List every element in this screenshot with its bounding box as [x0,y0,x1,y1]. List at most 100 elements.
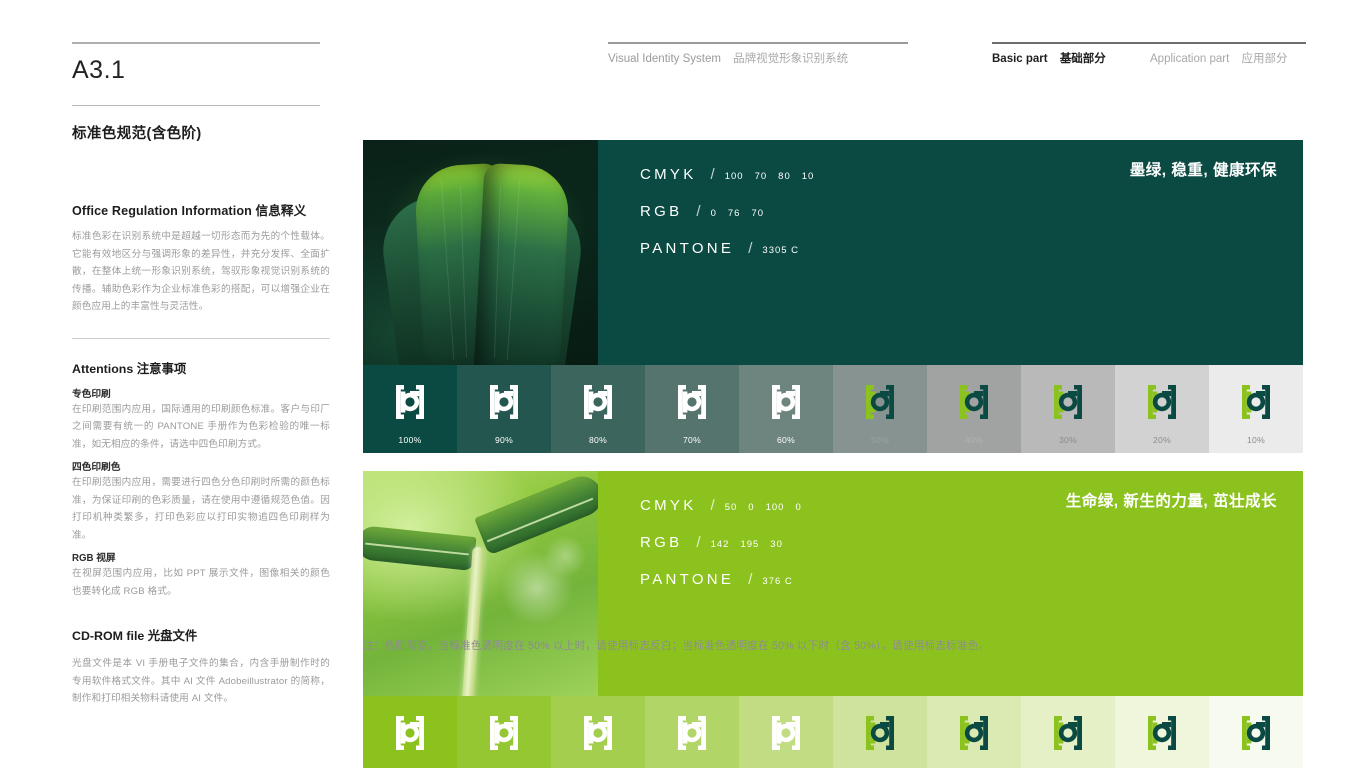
color-swatch[interactable]: 20% [1115,696,1209,768]
spec-value-part: 100 [724,171,744,182]
footer-note: 注：色阶渐变，当标准色透明度在 50% 以上时，请使用标志反白；当标准色透明度在… [363,640,990,652]
brand-logo-icon [678,716,706,750]
color-swatch[interactable]: 70% [645,365,739,453]
brand-logo-icon [490,385,518,419]
spec-value-part: 0 [710,208,717,219]
color-tagline: 生命绿, 新生的力量, 茁壮成长 [1065,493,1277,510]
brand-logo-icon [1054,385,1082,419]
color-swatch[interactable]: 90% [457,696,551,768]
spec-value-part: 195 [740,539,760,550]
attentions-heading-cn: 注意事项 [136,361,187,376]
swatch-logo [1148,716,1176,750]
swatch-percent: 10% [1246,435,1266,445]
info-heading-en: Office Regulation Information [72,204,252,218]
swatch-percent: 90% [494,435,514,445]
info-heading-cn: 信息释义 [255,204,307,218]
swatch-logo [866,385,894,419]
header-system-name: Visual Identity System 品牌视觉形象识别系统 [608,50,848,66]
swatch-percent: 80% [588,435,608,445]
spec-value: 100 70 80 10 [725,171,826,182]
spec-value-part: 50 [724,502,738,513]
brand-logo-icon [678,385,706,419]
color-swatch[interactable]: 50% [833,696,927,768]
spec-value-part: 142 [710,539,730,550]
nav-basic-part-en: Basic part [992,53,1048,65]
page-code: A3.1 [72,56,126,84]
color-swatch[interactable]: 100% [363,365,457,453]
color-swatch[interactable]: 30% [1021,696,1115,768]
vi-manual-page: A3.1 标准色规范(含色阶) Visual Identity System 品… [0,0,1366,768]
color-swatch[interactable]: 40% [927,365,1021,453]
tint-scale-strip: 100% 90% 80% 70% [363,365,1303,453]
color-block-main: CMYK / 100 70 80 10 RGB / 0 76 70 PANTONE / 3… [363,140,1303,365]
color-swatch[interactable]: 90% [457,365,551,453]
attentions-heading-en: Attentions [72,361,134,376]
cdrom-heading: CD-ROM file 光盘文件 [72,626,330,644]
spec-key: CMYK [640,497,697,514]
swatch-logo [772,716,800,750]
color-tagline: 墨绿, 稳重, 健康环保 [1129,162,1277,179]
spec-value-part: 76 [727,208,741,219]
spec-key: CMYK [640,166,697,183]
color-swatch[interactable]: 10% [1209,696,1303,768]
attention-2-body: 在印刷范围内应用，需要进行四色分色印刷时所需的颜色标准，为保证印刷的色彩质量，请… [72,477,330,541]
brand-logo-icon [584,716,612,750]
nav-application-part[interactable]: Application part 应用部分 [1150,50,1287,66]
seedling-leaf [474,471,598,556]
color-swatch[interactable]: 60% [739,696,833,768]
spec-value-part: 70 [754,171,768,182]
header-system-name-en: Visual Identity System [608,53,721,65]
spec-value-part: 10 [801,171,815,182]
nav-basic-part-cn: 基础部分 [1059,53,1106,65]
swatch-percent: 60% [776,435,796,445]
color-swatch[interactable]: 50% [833,365,927,453]
swatch-percent: 50% [870,435,890,445]
color-swatch[interactable]: 80% [551,696,645,768]
brand-logo-icon [866,716,894,750]
color-swatch[interactable]: 100% [363,696,457,768]
spec-separator: / [696,534,701,551]
leaf-shape [473,162,571,365]
nav-application-part-cn: 应用部分 [1241,53,1288,65]
spec-key: RGB [640,203,683,220]
attentions-heading: Attentions 注意事项 [72,359,330,377]
spec-value-part: 30 [770,539,783,550]
swatch-logo [490,385,518,419]
spec-value-part: 0 [748,502,755,513]
color-swatch[interactable]: 30% [1021,365,1115,453]
attention-3-body: 在视屏范围内应用，比如 PPT 展示文件，图像相关的颜色也要转化成 RGB 格式… [72,568,330,597]
leaf-photo-dark [363,140,598,365]
swatch-logo [1242,385,1270,419]
swatch-percent: 20% [1152,435,1172,445]
page-code-rule-top [72,42,320,44]
color-swatch[interactable]: 60% [739,365,833,453]
brand-logo-icon [1148,385,1176,419]
spec-value-part: 3305 C [762,245,800,256]
color-spec-panel: CMYK / 50 0 100 0 RGB / 142 195 30 PANTONE / … [598,471,1303,696]
color-swatch[interactable]: 80% [551,365,645,453]
swatch-logo [1054,716,1082,750]
brand-logo-icon [1242,716,1270,750]
color-swatch[interactable]: 10% [1209,365,1303,453]
swatch-percent: 30% [1058,435,1078,445]
color-swatch[interactable]: 70% [645,696,739,768]
swatch-logo [960,385,988,419]
swatch-logo [1242,716,1270,750]
attention-3-title: RGB 视屏 [72,553,116,564]
brand-logo-icon [396,716,424,750]
spec-value: 3305 C [762,245,810,256]
spec-separator: / [710,166,715,183]
swatch-logo [960,716,988,750]
color-swatch[interactable]: 40% [927,696,1021,768]
swatch-logo [1054,385,1082,419]
color-spec-panel: CMYK / 100 70 80 10 RGB / 0 76 70 PANTONE / 3… [598,140,1303,365]
color-swatch[interactable]: 20% [1115,365,1209,453]
cdrom-heading-cn: 光盘文件 [147,629,198,643]
nav-basic-part[interactable]: Basic part 基础部分 [992,50,1106,66]
sidebar-divider [72,337,330,339]
spec-value-part: 100 [765,502,785,513]
spec-key: PANTONE [640,571,735,588]
swatch-logo [490,716,518,750]
swatch-logo [678,716,706,750]
spec-value-part: 0 [795,502,802,513]
